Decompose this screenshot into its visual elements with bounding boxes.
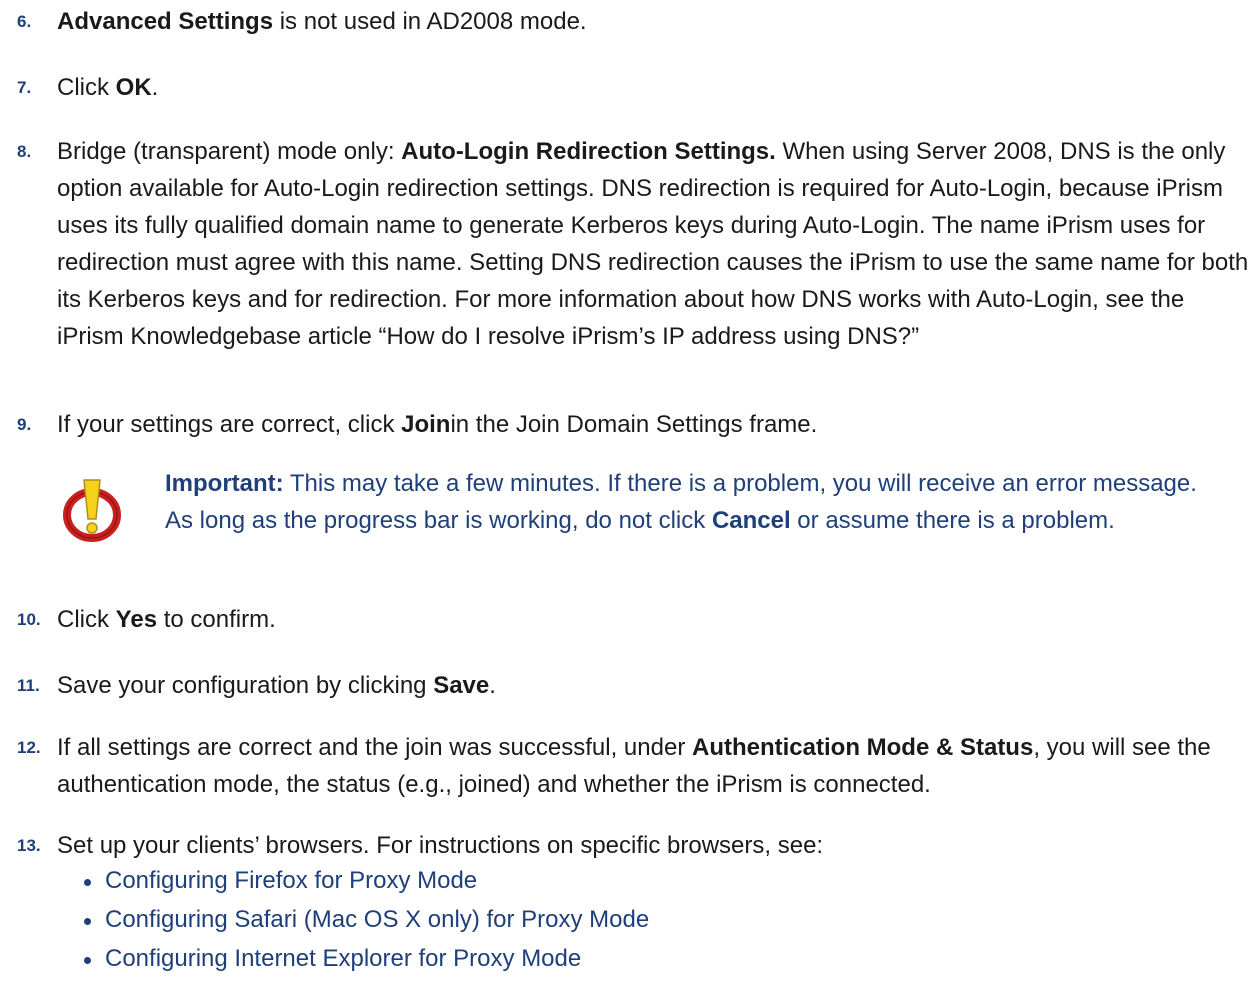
warning-icon [57, 475, 127, 545]
list-item: Configuring Internet Explorer for Proxy … [57, 940, 1207, 979]
step-text: Advanced Settings is not used in AD2008 … [57, 8, 587, 35]
link-firefox-proxy[interactable]: Configuring Firefox for Proxy Mode [105, 862, 477, 899]
bullet-dot [84, 918, 91, 925]
step-text: Click Yes to confirm. [57, 606, 276, 633]
step-number: 6. [17, 12, 32, 31]
step-text: Save your configuration by clicking Save… [57, 672, 496, 699]
step-text: If your settings are correct, click Join… [57, 411, 818, 438]
step-number: 11. [17, 676, 40, 695]
bullet-dot [84, 957, 91, 964]
list-item: Configuring Safari (Mac OS X only) for P… [57, 901, 1207, 940]
step-text: Set up your clients’ browsers. For instr… [57, 832, 824, 859]
step-text: If all settings are correct and the join… [57, 734, 1211, 798]
important-callout: Important: This may take a few minutes. … [57, 465, 1207, 575]
step-number: 7. [17, 78, 32, 97]
step-text: Click OK. [57, 74, 159, 101]
step-text: Bridge (transparent) mode only: Auto-Log… [57, 138, 1249, 350]
step-number: 12. [17, 738, 41, 757]
callout-text: Important: This may take a few minutes. … [165, 470, 1197, 534]
browser-links-list: Configuring Firefox for Proxy Mode Confi… [57, 862, 1207, 979]
step-number: 10. [17, 610, 41, 629]
link-safari-proxy[interactable]: Configuring Safari (Mac OS X only) for P… [105, 901, 649, 938]
bullet-dot [84, 879, 91, 886]
list-item: Configuring Firefox for Proxy Mode [57, 862, 1207, 901]
document-page: 6. Advanced Settings is not used in AD20… [0, 0, 1253, 985]
step-number: 9. [17, 415, 32, 434]
step-number: 8. [17, 142, 32, 161]
link-ie-proxy[interactable]: Configuring Internet Explorer for Proxy … [105, 940, 581, 977]
step-number: 13. [17, 836, 41, 855]
